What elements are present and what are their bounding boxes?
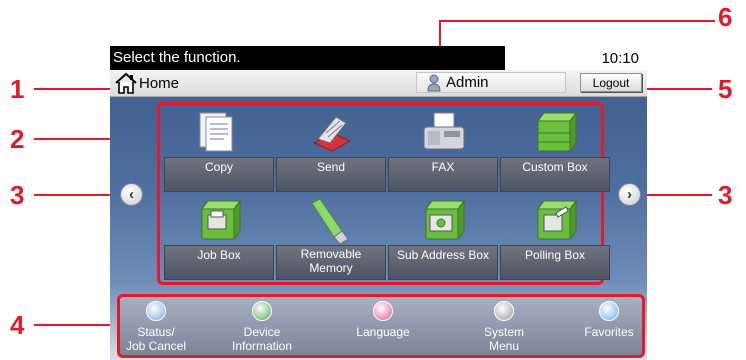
copy-icon (199, 112, 233, 152)
home-icon (115, 72, 137, 94)
callout-6: 6 (718, 2, 733, 32)
callout-3-right: 3 (718, 180, 733, 210)
callout-6-line (439, 21, 441, 48)
language-icon (373, 301, 393, 321)
dock-label: Device Information (231, 325, 293, 353)
dock-label: Status/ Job Cancel (125, 325, 187, 353)
callout-1: 1 (10, 74, 25, 104)
callout-5: 5 (718, 74, 733, 104)
logout-button[interactable]: Logout (580, 73, 642, 92)
chevron-left-icon: ‹ (129, 186, 134, 203)
function-custom-box[interactable]: Custom Box (500, 107, 610, 194)
function-label: Job Box (164, 245, 274, 280)
dock-label: Favorites (584, 325, 634, 339)
callout-4: 4 (10, 310, 25, 340)
home-button[interactable]: Home (114, 72, 179, 94)
dock-system-menu[interactable]: System Menu (467, 301, 541, 359)
callout-6-line-h (439, 20, 715, 22)
previous-page-button[interactable]: ‹ (120, 183, 143, 206)
dock-label: System Menu (483, 325, 524, 353)
home-bar: Home Admin Logout (110, 70, 647, 97)
job-box-icon (201, 199, 241, 241)
usb-memory-icon (311, 198, 349, 245)
chevron-right-icon: › (627, 186, 632, 203)
dock-favorites[interactable]: Favorites (572, 301, 646, 359)
function-removable-memory[interactable]: Removable Memory (276, 195, 386, 282)
device-info-icon (252, 301, 272, 321)
next-page-button[interactable]: › (618, 183, 641, 206)
function-polling-box[interactable]: Polling Box (500, 195, 610, 282)
status-icon (146, 301, 166, 321)
user-name: Admin (446, 74, 489, 91)
dock-status-job-cancel[interactable]: Status/ Job Cancel (119, 301, 193, 359)
callout-3-right-line (636, 194, 712, 196)
fax-icon (423, 112, 465, 150)
device-screen: Select the function. 10:10 Home Admin Lo… (110, 46, 647, 360)
function-label: Polling Box (500, 245, 610, 280)
send-icon (312, 116, 352, 152)
function-label: Sub Address Box (388, 245, 498, 280)
callout-2: 2 (10, 124, 25, 154)
function-copy[interactable]: Copy (164, 107, 274, 194)
status-bar: Select the function. 10:10 (110, 46, 647, 70)
user-box: Admin (416, 72, 566, 93)
clock: 10:10 (601, 50, 639, 67)
callout-5-line (640, 88, 712, 90)
dock-language[interactable]: Language (346, 301, 420, 359)
function-label: FAX (388, 157, 498, 192)
sub-address-box-icon (425, 199, 465, 241)
dock-label: Language (356, 325, 410, 339)
quick-access-dock: Status/ Job Cancel Device Information La… (117, 294, 645, 358)
home-label: Home (139, 74, 180, 92)
function-label: Removable Memory (276, 245, 386, 280)
system-menu-icon (494, 301, 514, 321)
polling-box-icon (537, 199, 577, 241)
function-send[interactable]: Send (276, 107, 386, 194)
user-icon (427, 74, 441, 91)
function-label: Send (276, 157, 386, 192)
callout-3-left: 3 (10, 180, 25, 210)
function-label: Copy (164, 157, 274, 192)
function-job-box[interactable]: Job Box (164, 195, 274, 282)
function-fax[interactable]: FAX (388, 107, 498, 194)
dock-device-information[interactable]: Device Information (225, 301, 299, 359)
custom-box-icon (537, 111, 577, 153)
function-panel: Copy Send FAX Custom Box Job Box Removab… (157, 102, 610, 285)
function-label: Custom Box (500, 157, 610, 192)
callout-4-line (34, 324, 118, 326)
favorites-icon (599, 301, 619, 321)
function-sub-address-box[interactable]: Sub Address Box (388, 195, 498, 282)
status-message: Select the function. (113, 49, 241, 66)
